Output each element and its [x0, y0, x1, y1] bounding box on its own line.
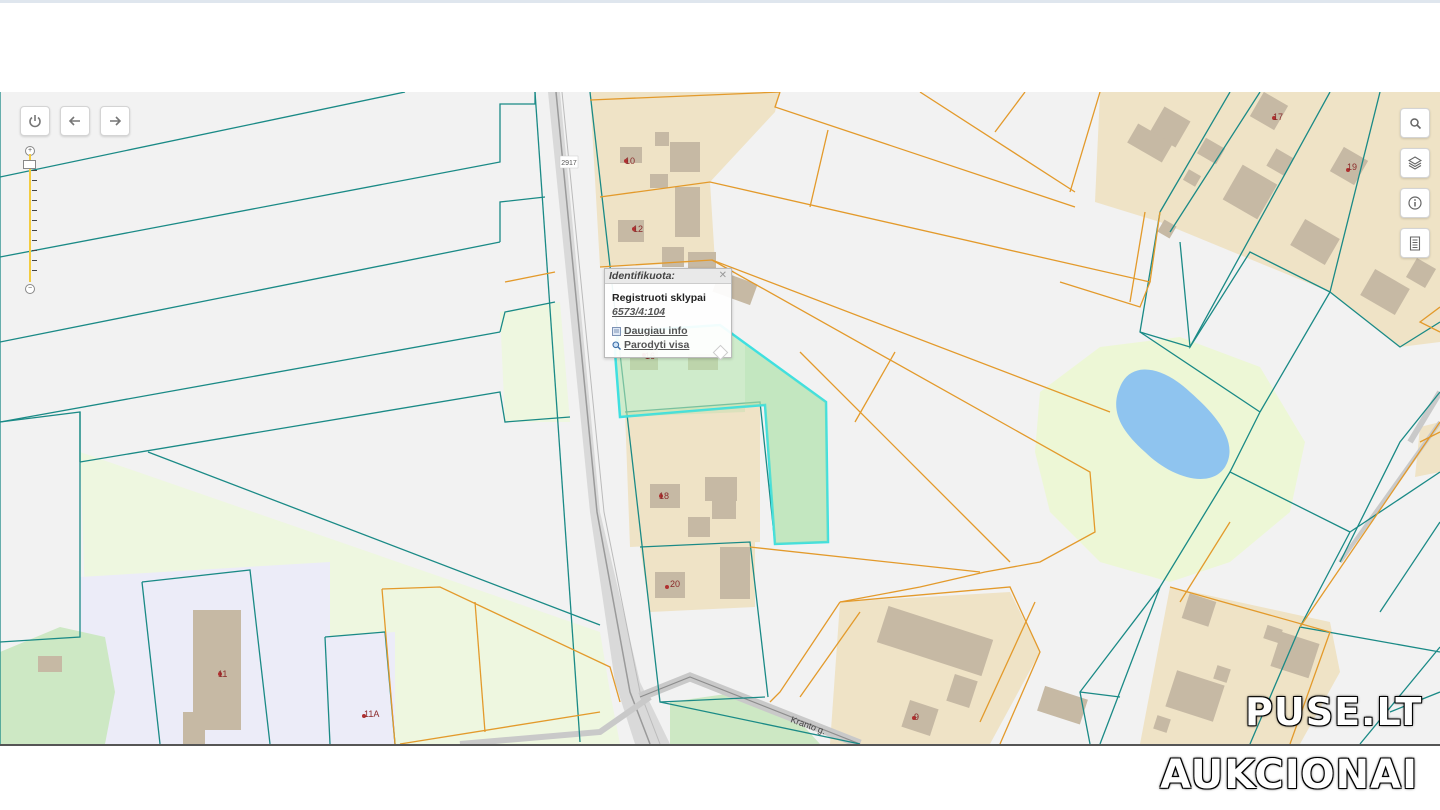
power-icon: [29, 115, 41, 128]
house-number: 10: [625, 156, 635, 166]
document-icon: [612, 326, 621, 336]
top-border: [0, 0, 1440, 3]
identify-popup: Identifikuota: ✕ Registruoti sklypai 657…: [604, 268, 732, 361]
zoom-slider[interactable]: + −: [23, 146, 37, 294]
forward-button[interactable]: [100, 106, 130, 136]
show-all-link[interactable]: Parodyti visa: [612, 339, 689, 351]
back-button[interactable]: [60, 106, 90, 136]
house-number: 20: [670, 579, 680, 589]
close-icon[interactable]: ✕: [719, 270, 727, 281]
watermark-line2: AUKCIONAI: [1160, 752, 1418, 798]
popup-title: Identifikuota:: [605, 269, 731, 284]
house-number: 17: [1273, 112, 1283, 122]
magnifier-icon: [612, 340, 621, 350]
arrow-right-icon: [110, 116, 122, 126]
parcel-id-link[interactable]: 6573/4:104: [612, 306, 665, 318]
legend-icon: [1409, 235, 1421, 251]
house-number: 11: [218, 669, 227, 679]
legend-button[interactable]: [1400, 228, 1430, 258]
house-number: 9: [914, 712, 919, 722]
layers-icon: [1408, 156, 1422, 170]
arrow-left-icon: [68, 116, 80, 126]
house-number: 12: [633, 224, 643, 234]
info-button[interactable]: [1400, 188, 1430, 218]
zoom-track-line: [29, 154, 31, 282]
zoom-out-button[interactable]: −: [25, 284, 35, 294]
zoom-handle[interactable]: [23, 160, 36, 169]
search-button[interactable]: [1400, 108, 1430, 138]
search-icon: [1409, 117, 1421, 129]
watermark-line1: PUSE.LT: [1245, 690, 1423, 734]
popup-layer-name: Registruoti sklypai: [612, 292, 706, 304]
house-number: 11A: [364, 709, 379, 719]
layers-button[interactable]: [1400, 148, 1430, 178]
house-number: 18: [659, 491, 669, 501]
show-all-label: Parodyti visa: [624, 339, 690, 351]
road-label: 2917: [561, 160, 577, 167]
house-number: 19: [1347, 162, 1357, 172]
map-view[interactable]: 2917 Kranto g. 10 12 16 18 20 17 19 11 1…: [0, 92, 1440, 744]
power-button[interactable]: [20, 106, 50, 136]
popup-anchor: [712, 344, 729, 361]
map-canvas[interactable]: 2917 Kranto g. 10 12 16 18 20 17 19 11 1…: [0, 92, 1440, 744]
bottom-border: [0, 744, 1440, 746]
more-info-label: Daugiau info: [624, 325, 688, 337]
info-icon: [1408, 196, 1422, 210]
more-info-link[interactable]: Daugiau info: [612, 325, 688, 337]
